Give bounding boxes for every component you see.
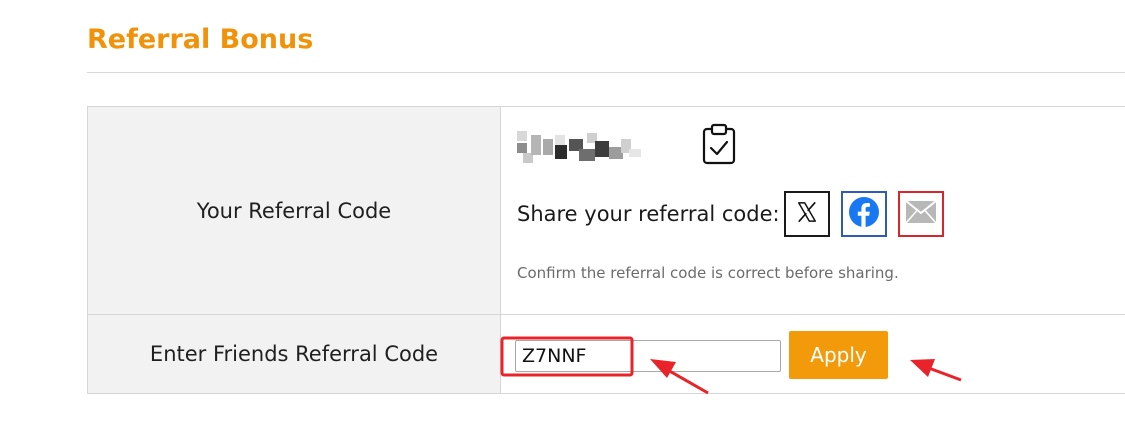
friend-referral-code-input[interactable] [515, 340, 781, 372]
share-x-button[interactable] [784, 191, 830, 237]
page-title: Referral Bonus [87, 24, 314, 55]
your-referral-code-cell: Share your referral code: Confirm the re… [501, 107, 1125, 314]
share-facebook-button[interactable] [841, 191, 887, 237]
share-hint-text: Confirm the referral code is correct bef… [517, 264, 899, 282]
referral-page: Referral Bonus Your Referral Code Share … [0, 0, 1125, 445]
envelope-icon [905, 200, 937, 228]
copy-clipboard-icon[interactable] [701, 123, 737, 165]
apply-button[interactable]: Apply [789, 331, 888, 379]
friend-referral-code-cell: Apply [501, 315, 1125, 393]
referral-code-obscured [517, 129, 643, 163]
facebook-icon [848, 196, 880, 232]
friend-referral-code-label: Enter Friends Referral Code [88, 315, 501, 393]
friend-referral-row: Enter Friends Referral Code Apply [88, 315, 1125, 393]
title-divider [87, 72, 1125, 73]
x-logo-icon [796, 201, 818, 227]
share-referral-label: Share your referral code: [517, 202, 780, 226]
your-referral-code-label: Your Referral Code [88, 107, 501, 314]
referral-table: Your Referral Code Share your referral c… [87, 106, 1125, 394]
your-referral-row: Your Referral Code Share your referral c… [88, 107, 1125, 315]
share-email-button[interactable] [898, 191, 944, 237]
